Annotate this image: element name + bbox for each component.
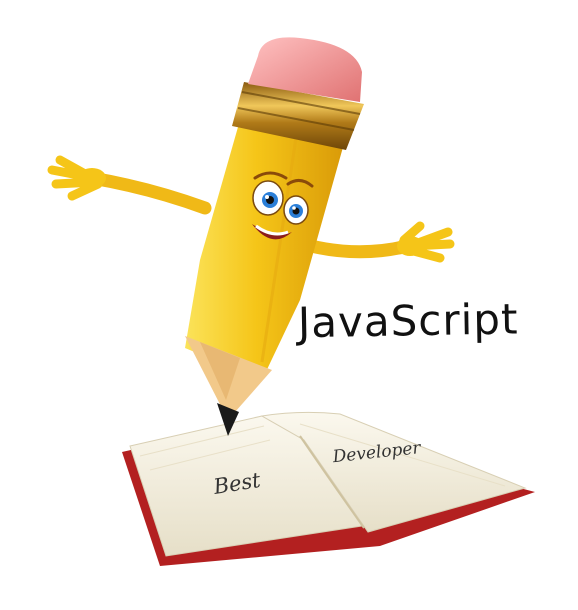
javascript-heading: JavaScript [297, 294, 519, 348]
pencil-mascot-illustration: JavaScript Best Developer [0, 0, 578, 605]
pencil-left-arm [47, 155, 212, 215]
open-book [122, 411, 535, 566]
